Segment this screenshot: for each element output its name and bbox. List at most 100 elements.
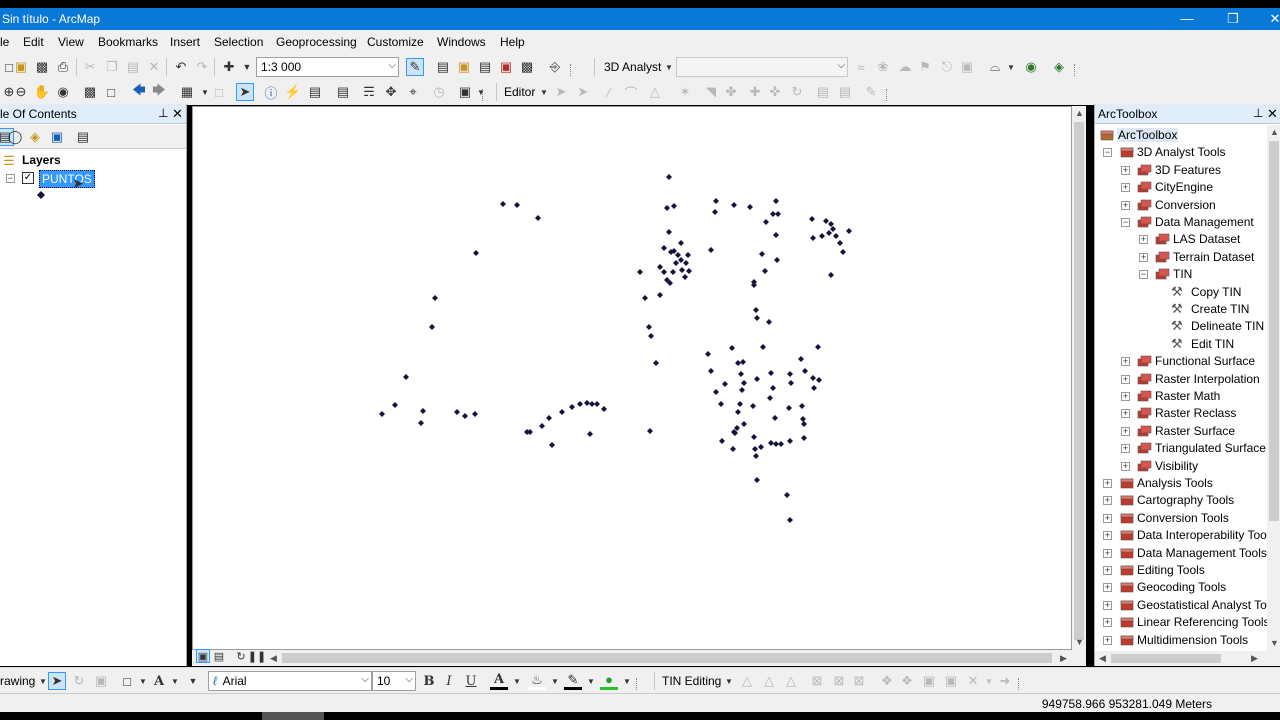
hyperlink-icon[interactable]: ⚡ [284,83,302,101]
tin-height-icon[interactable]: ➜ [996,672,1014,690]
line-color-icon[interactable]: ✎ [564,672,582,690]
toolbox-tree-item[interactable]: + Terrain Dataset [1095,249,1267,266]
layout-view-icon[interactable]: ▤ [212,649,226,663]
full-extent-globe-icon[interactable]: ◉ [54,83,72,101]
expand-icon[interactable]: + [1121,357,1130,367]
toolbox-tree-item[interactable]: + LAS Dataset [1095,231,1267,248]
collapse-icon[interactable]: − [1121,218,1130,227]
3d-analyst-menu[interactable]: 3D Analyst [604,60,661,74]
toolbox-hscroll-thumb[interactable] [1111,654,1221,663]
find-route-icon[interactable]: ✥ [382,83,400,101]
layer-collapse-icon[interactable]: − [6,174,15,183]
clear-selection-icon[interactable]: □ [210,83,228,101]
map-vscroll-thumb[interactable] [1074,122,1084,640]
scroll-up-icon[interactable]: ▲ [1075,108,1084,118]
undo-icon[interactable]: ↶ [172,58,190,76]
pan-hand-icon[interactable]: ✋ [33,83,51,101]
font-color-icon[interactable]: A [490,672,508,690]
menu-insert[interactable]: Insert [170,35,200,49]
delete-tin-node-icon[interactable]: ⊠ [808,672,826,690]
toolbox-tree-item[interactable]: + Raster Math [1095,388,1267,405]
toolbox-horizontal-scrollbar[interactable]: ◀ ▶ [1095,651,1280,666]
tin-node-tag-icon[interactable]: ▣ [920,672,938,690]
map-canvas[interactable] [193,107,1073,651]
close-button[interactable]: ✕ [1252,8,1280,30]
go-forward-icon[interactable]: 🡆 [150,82,168,101]
expand-icon[interactable]: + [1121,409,1130,419]
toolbox-tree-item[interactable]: + CityEngine [1095,179,1267,196]
toolbox-tree-item[interactable]: + Visibility [1095,458,1267,475]
tin-edge-tool-icon[interactable]: ❖ [898,672,916,690]
layers-root[interactable]: Layers [22,153,61,167]
delete-icon[interactable]: ✕ [145,58,163,76]
scroll-down-icon[interactable]: ▼ [1270,638,1279,648]
construction-tools-icon[interactable]: △ [646,83,664,101]
expand-icon[interactable]: + [1121,461,1130,471]
tin-editing-dropdown-icon[interactable]: ▼ [720,672,738,690]
arcscene-globe-icon[interactable]: ◉ [1022,58,1040,76]
print-icon[interactable]: ⎙ [54,58,72,76]
add-tin-line-icon[interactable]: △ [760,672,778,690]
paste-icon[interactable]: ▤ [124,58,142,76]
marker-color-icon[interactable]: ● [600,672,618,690]
edit-tool-icon[interactable]: ➤ [552,83,570,101]
straight-segment-icon[interactable]: ∕ [600,83,618,101]
expand-icon[interactable]: + [1103,583,1112,593]
menu-windows[interactable]: Windows [437,35,486,49]
rotate-icon[interactable]: ↻ [788,83,806,101]
toolbox-tree-item[interactable]: + Functional Surface [1095,353,1267,370]
data-view-icon[interactable]: ▣ [196,649,210,663]
menu-view[interactable]: View [58,35,84,49]
toolbox-tree-item[interactable]: + Geocoding Tools [1095,579,1267,596]
editor-toolbar-icon[interactable]: ✎ [406,58,424,76]
layer-visibility-checkbox[interactable]: ✓ [22,172,34,184]
expand-icon[interactable]: + [1121,200,1130,210]
cut-icon[interactable]: ✂ [81,58,99,76]
toolbox-tree-item[interactable]: − TIN [1095,266,1267,283]
create-features-icon[interactable]: ✎ [862,83,880,101]
profile-dropdown-icon[interactable]: ▼ [1002,58,1020,76]
rotate-element-icon[interactable]: ↻ [70,672,88,690]
expand-icon[interactable]: + [1103,600,1112,610]
redo-icon[interactable]: ↷ [193,58,211,76]
toolbox-tree-item[interactable]: + Linear Referencing Tools [1095,614,1267,631]
toolbox-tree-item[interactable]: − Data Management [1095,214,1267,231]
toolbox-tree-item[interactable]: ⚒ Delineate TIN [1095,318,1267,335]
toolbox-tree-item[interactable]: + Geostatistical Analyst To [1095,597,1267,614]
expand-icon[interactable]: + [1103,513,1112,523]
table-of-contents-icon[interactable]: ▤ [434,58,452,76]
toolbox-tree-item[interactable]: + Cartography Tools [1095,492,1267,509]
add-data-dropdown-icon[interactable]: ▼ [238,58,256,76]
minimize-button[interactable]: — [1164,8,1210,30]
toolbox-tree-item[interactable]: ⚒ Edit TIN [1095,336,1267,353]
select-elements-arrow-icon[interactable]: ➤ [236,83,254,101]
expand-icon[interactable]: + [1121,426,1130,436]
time-slider-icon[interactable]: ◷ [430,83,448,101]
scroll-right-icon[interactable]: ▶ [1060,653,1067,664]
select-elements-icon[interactable]: ➤ [48,672,66,690]
toc-close-icon[interactable]: ✕ [172,106,183,122]
expand-icon[interactable]: + [1103,618,1112,628]
expand-icon[interactable]: + [1103,635,1112,645]
italic-button[interactable]: I [440,672,458,690]
toolbox-vscroll-thumb[interactable] [1269,141,1279,521]
split-icon[interactable]: ✜ [766,83,784,101]
expand-icon[interactable]: + [1121,374,1130,384]
toolbox-tree-item[interactable]: + Raster Reclass [1095,405,1267,422]
interpolate-point-icon[interactable]: ⚑ [916,58,934,76]
underline-button[interactable]: U [462,672,480,690]
scroll-up-icon[interactable]: ▲ [1270,127,1279,137]
go-to-xy-icon[interactable]: ⌖ [404,83,422,101]
font-name-combo[interactable]: ℓ Arial ⌵ [208,671,372,691]
identify-icon[interactable]: ⓘ [262,83,280,101]
contour-icon[interactable]: ≈ [852,58,870,76]
map-horizontal-scrollbar[interactable]: ▣ ▤ ↻ ❚❚ ◀ ▶ [192,649,1086,666]
add-tin-point-icon[interactable]: △ [738,672,756,690]
toolbox-tree-item[interactable]: +3D Features [1095,162,1267,179]
fixed-zoom-in-icon[interactable]: ▩ [81,83,99,101]
scroll-right-icon[interactable]: ▶ [1251,653,1258,664]
expand-icon[interactable]: + [1139,252,1148,262]
reshape-icon[interactable]: ✤ [722,83,740,101]
font-size-combo[interactable]: 10 ⌵ [372,671,416,691]
end-point-arc-icon[interactable]: ⌒ [622,83,640,101]
